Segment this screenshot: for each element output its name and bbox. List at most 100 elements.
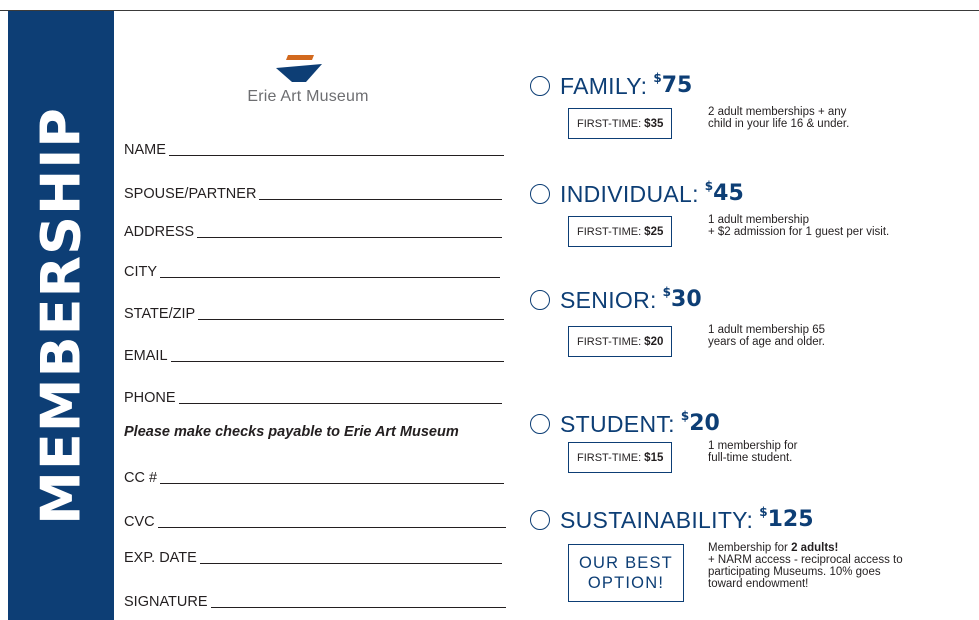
senior-desc-line: 1 adult membership 65 xyxy=(708,324,825,336)
individual-price-dollar: $ xyxy=(704,179,714,193)
state-zip-label: STATE/ZIP xyxy=(124,306,196,322)
spouse-partner-field[interactable]: SPOUSE/PARTNER xyxy=(124,182,502,202)
city-line[interactable] xyxy=(160,264,500,278)
student-description: 1 membership for full-time student. xyxy=(708,440,797,464)
left-margin xyxy=(0,11,8,620)
sustainability-price: $ 125 xyxy=(759,505,814,533)
exp-date-field[interactable]: EXP. DATE xyxy=(124,546,502,566)
family-description: 2 adult memberships + any child in your … xyxy=(708,106,849,130)
student-tier-name: STUDENT: xyxy=(560,410,675,437)
museum-logo: Erie Art Museum xyxy=(228,52,388,108)
student-price: $ 20 xyxy=(680,409,720,437)
family-first-time-box: FIRST-TIME: $35 xyxy=(568,108,673,139)
individual-radio[interactable] xyxy=(530,184,550,204)
sustainability-desc-first-line: Membership for 2 adults! xyxy=(708,542,903,554)
address-label: ADDRESS xyxy=(124,224,195,240)
best-option-line: OPTION! xyxy=(587,574,665,592)
email-line[interactable] xyxy=(170,348,504,362)
tier-senior: SENIOR: $ 30 FIRST-TIME: $20 1 adult mem… xyxy=(530,284,825,358)
individual-first-time-box: FIRST-TIME: $25 xyxy=(568,216,673,247)
family-desc-line: 2 adult memberships + any xyxy=(708,106,847,118)
membership-banner-text: MEMBERSHIP xyxy=(29,106,93,525)
top-rule xyxy=(0,10,979,11)
state-zip-line[interactable] xyxy=(198,306,504,320)
senior-price-dollar: $ xyxy=(662,285,672,299)
family-first-time-price: $35 xyxy=(644,117,664,130)
family-price: $ 75 xyxy=(653,71,693,99)
sustainability-tier-name: SUSTAINABILITY: xyxy=(560,506,754,533)
senior-price-amount: 30 xyxy=(671,287,702,312)
family-desc-line: child in your life 16 & under. xyxy=(708,118,850,130)
family-price-amount: 75 xyxy=(661,73,693,98)
city-label: CITY xyxy=(124,264,158,280)
address-field[interactable]: ADDRESS xyxy=(124,220,502,240)
sustainability-desc-bold: 2 adults! xyxy=(791,542,839,554)
family-tier-name: FAMILY: xyxy=(560,72,648,99)
individual-description: 1 adult membership + $2 admission for 1 … xyxy=(708,214,889,238)
tier-sustainability: SUSTAINABILITY: $ 125 OUR BEST OPTION! M… xyxy=(530,504,903,602)
student-radio[interactable] xyxy=(530,414,550,434)
family-radio[interactable] xyxy=(530,76,550,96)
exp-date-label: EXP. DATE xyxy=(124,550,197,566)
individual-desc-line: + $2 admission for 1 guest per visit. xyxy=(708,226,890,238)
cvc-field[interactable]: CVC xyxy=(124,510,506,530)
museum-logo-text: Erie Art Museum xyxy=(247,88,369,105)
phone-label: PHONE xyxy=(124,390,176,406)
sustainability-price-amount: 125 xyxy=(767,507,814,532)
cvc-line[interactable] xyxy=(157,514,506,528)
senior-price: $ 30 xyxy=(662,285,702,313)
individual-price-amount: 45 xyxy=(713,181,744,206)
address-line[interactable] xyxy=(197,224,502,238)
cc-number-field[interactable]: CC # xyxy=(124,466,504,486)
spouse-partner-line[interactable] xyxy=(259,186,502,200)
student-price-amount: 20 xyxy=(689,411,720,436)
name-field[interactable]: NAME xyxy=(124,138,504,158)
student-first-time-price: $15 xyxy=(644,451,664,464)
spouse-partner-label: SPOUSE/PARTNER xyxy=(124,186,257,202)
museum-logo-icon xyxy=(276,55,322,82)
senior-description: 1 adult membership 65 years of age and o… xyxy=(708,324,825,348)
best-option-line: OUR BEST xyxy=(579,554,673,572)
senior-first-time-price: $20 xyxy=(644,335,664,348)
cc-number-label: CC # xyxy=(124,470,158,486)
cc-number-line[interactable] xyxy=(160,470,504,484)
individual-desc-line: 1 adult membership xyxy=(708,214,809,226)
senior-tier-name: SENIOR: xyxy=(560,286,657,313)
senior-first-time-box: FIRST-TIME: $20 xyxy=(568,326,673,357)
family-first-time-label: FIRST-TIME: xyxy=(577,117,642,130)
individual-first-time-label: FIRST-TIME: xyxy=(577,225,642,238)
student-desc-line: full-time student. xyxy=(708,452,793,464)
student-first-time-box: FIRST-TIME: $15 xyxy=(568,442,673,473)
senior-desc-line: years of age and older. xyxy=(708,336,825,348)
tier-individual: INDIVIDUAL: $ 45 FIRST-TIME: $25 1 adult… xyxy=(530,178,889,248)
tier-family: FAMILY: $ 75 FIRST-TIME: $35 2 adult mem… xyxy=(530,70,849,140)
signature-line[interactable] xyxy=(210,594,506,608)
signature-field[interactable]: SIGNATURE xyxy=(124,590,506,610)
sustainability-price-dollar: $ xyxy=(759,505,768,519)
cvc-label: CVC xyxy=(124,514,155,530)
sustainability-description: Membership for 2 adults! + NARM access -… xyxy=(708,542,903,590)
name-label: NAME xyxy=(124,142,166,158)
sustainability-desc-line: + NARM access - reciprocal access to xyxy=(708,554,903,566)
best-option-box: OUR BEST OPTION! xyxy=(568,544,684,602)
name-line[interactable] xyxy=(168,142,504,156)
exp-date-line[interactable] xyxy=(199,550,502,564)
individual-first-time-price: $25 xyxy=(644,225,664,238)
phone-field[interactable]: PHONE xyxy=(124,386,502,406)
student-desc-line: 1 membership for xyxy=(708,440,798,452)
individual-tier-name: INDIVIDUAL: xyxy=(560,180,699,207)
membership-banner: MEMBERSHIP xyxy=(8,11,114,620)
state-zip-field[interactable]: STATE/ZIP xyxy=(124,302,504,322)
tier-student: STUDENT: $ 20 FIRST-TIME: $15 1 membersh… xyxy=(530,408,797,474)
email-field[interactable]: EMAIL xyxy=(124,344,504,364)
sustainability-desc-line: toward endowment! xyxy=(708,578,809,590)
senior-radio[interactable] xyxy=(530,290,550,310)
city-field[interactable]: CITY xyxy=(124,260,500,280)
sustainability-desc-line: participating Museums. 10% goes xyxy=(708,566,881,578)
phone-line[interactable] xyxy=(178,390,502,404)
email-label: EMAIL xyxy=(124,348,168,364)
sustainability-desc-prefix: Membership for xyxy=(708,542,792,554)
signature-label: SIGNATURE xyxy=(124,594,208,610)
student-price-dollar: $ xyxy=(680,409,690,423)
sustainability-radio[interactable] xyxy=(530,510,550,530)
